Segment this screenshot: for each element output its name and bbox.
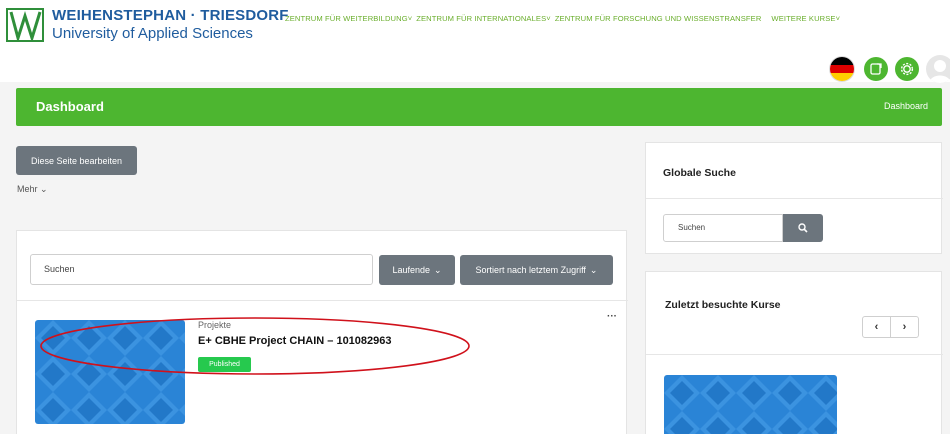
course-search-input[interactable]: Suchen	[30, 254, 373, 285]
sort-dropdown-button[interactable]: Sortiert nach letztem Zugriff ⌄	[460, 255, 613, 285]
chevron-down-icon: ⌄	[40, 184, 48, 194]
course-title-link[interactable]: E+ CBHE Project CHAIN – 101082963	[198, 335, 392, 347]
recent-course-image[interactable]	[664, 375, 837, 434]
recent-courses-card: Zuletzt besuchte Kurse ‹ ›	[645, 271, 943, 434]
main-navigation: ZENTRUM FÜR WEITERBILDUNG˅ ZENTRUM FÜR I…	[285, 14, 840, 23]
course-overview-card: Suchen Laufende ⌄ Sortiert nach letztem Z…	[16, 230, 628, 434]
search-button[interactable]	[783, 214, 823, 242]
breadcrumb[interactable]: Dashboard	[884, 101, 928, 111]
divider	[646, 354, 943, 355]
gear-icon[interactable]	[895, 57, 919, 81]
logo-title[interactable]: WEIHENSTEPHAN · TRIESDORF	[52, 7, 289, 24]
edit-page-button[interactable]: Diese Seite bearbeiten	[16, 146, 137, 175]
filter-dropdown-button[interactable]: Laufende ⌄	[379, 255, 455, 285]
german-flag-icon[interactable]	[830, 57, 854, 81]
top-header: WEIHENSTEPHAN · TRIESDORF University of …	[0, 0, 950, 82]
nav-weitere-kurse[interactable]: WEITERE KURSE˅	[771, 14, 840, 23]
dashboard-banner: Dashboard Dashboard	[16, 88, 942, 126]
global-search-card: Globale Suche Suchen	[645, 142, 943, 254]
nav-forschung[interactable]: ZENTRUM FÜR FORSCHUNG UND WISSENSTRANSFE…	[555, 14, 762, 23]
status-badge: Published	[198, 357, 251, 372]
user-avatar-icon[interactable]	[926, 55, 950, 83]
nav-weiterbildung[interactable]: ZENTRUM FÜR WEITERBILDUNG˅	[285, 14, 412, 23]
notepad-icon[interactable]	[864, 57, 888, 81]
chevron-right-icon[interactable]: ›	[890, 317, 918, 337]
divider	[17, 300, 628, 301]
course-category: Projekte	[198, 320, 232, 330]
carousel-controls: ‹ ›	[862, 316, 919, 338]
recent-courses-title: Zuletzt besuchte Kurse	[665, 299, 781, 311]
logo-subtitle[interactable]: University of Applied Sciences	[52, 25, 253, 42]
chevron-down-icon: ⌄	[434, 264, 442, 275]
more-menu[interactable]: Mehr ⌄	[17, 184, 48, 195]
more-options-icon[interactable]: ···	[607, 311, 617, 322]
divider	[646, 198, 943, 199]
page-title: Dashboard	[36, 99, 104, 114]
university-logo-icon[interactable]	[6, 8, 44, 42]
nav-internationales[interactable]: ZENTRUM FÜR INTERNATIONALES˅	[416, 14, 551, 23]
chevron-left-icon[interactable]: ‹	[863, 317, 890, 337]
global-search-title: Globale Suche	[663, 167, 736, 179]
course-image[interactable]	[35, 320, 185, 424]
global-search-input[interactable]: Suchen	[663, 214, 783, 242]
search-icon	[798, 223, 808, 233]
chevron-down-icon: ⌄	[589, 264, 598, 275]
